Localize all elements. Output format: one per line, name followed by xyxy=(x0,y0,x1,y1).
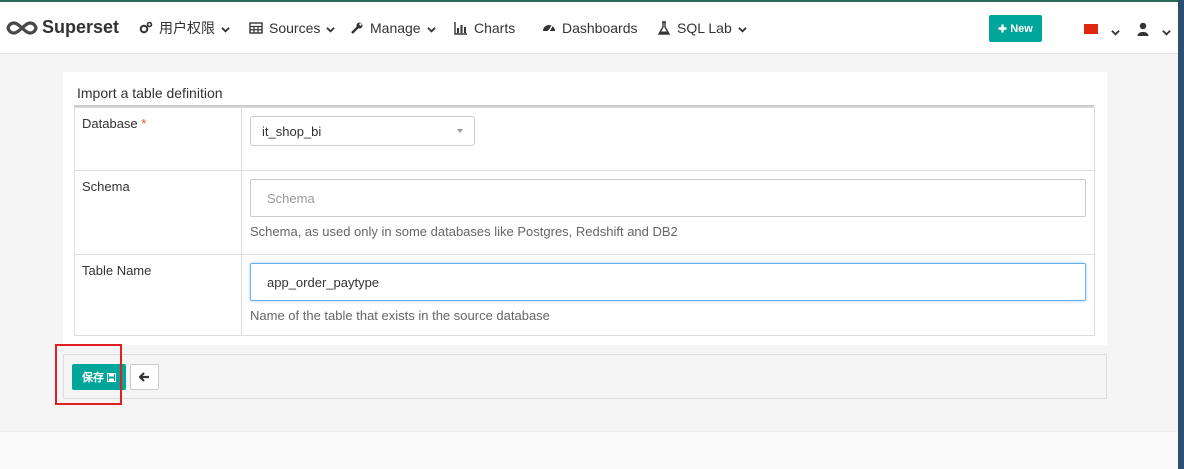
navbar: Superset 用户权限 Sources Manage Charts Dash… xyxy=(0,2,1178,54)
save-button-label: 保存 xyxy=(82,372,104,384)
china-flag-icon[interactable] xyxy=(1084,24,1098,34)
nav-charts[interactable]: Charts xyxy=(454,2,515,54)
chevron-down-icon xyxy=(326,26,336,33)
nav-label: Charts xyxy=(474,20,516,36)
form-row-table-name: Table Name Name of the table that exists… xyxy=(74,254,1095,336)
table-name-help-text: Name of the table that exists in the sou… xyxy=(250,308,550,323)
new-button[interactable]: New xyxy=(989,15,1042,42)
nav-sources[interactable]: Sources xyxy=(249,2,336,54)
page-title: Import a table definition xyxy=(77,85,223,101)
required-mark: * xyxy=(141,116,147,131)
nav-dashboards[interactable]: Dashboards xyxy=(542,2,638,54)
page-bottom-band xyxy=(0,431,1178,469)
back-button[interactable] xyxy=(130,364,159,390)
nav-label: Sources xyxy=(269,20,321,36)
database-field-cell: it_shop_bi xyxy=(241,107,1095,171)
select-arrow-icon xyxy=(457,129,463,133)
schema-field-cell: Schema, as used only in some databases l… xyxy=(241,170,1095,255)
table-name-label-cell: Table Name xyxy=(74,254,242,336)
database-select[interactable]: it_shop_bi xyxy=(250,116,475,146)
table-icon xyxy=(249,22,263,34)
infinity-logo-icon xyxy=(6,20,38,35)
chevron-down-icon[interactable] xyxy=(1111,28,1120,37)
import-table-panel: Import a table definition Database * it_… xyxy=(63,72,1107,345)
database-label-cell: Database * xyxy=(74,107,242,171)
chevron-down-icon xyxy=(738,26,747,33)
form-table: Database * it_shop_bi Schema Schema, as … xyxy=(74,107,1095,336)
form-actions-bar: 保存 xyxy=(63,354,1107,399)
brand-link[interactable]: Superset xyxy=(6,2,119,54)
schema-label-cell: Schema xyxy=(74,170,242,255)
floppy-disk-icon xyxy=(107,372,116,382)
schema-help-text: Schema, as used only in some databases l… xyxy=(250,224,678,239)
save-button[interactable]: 保存 xyxy=(72,364,126,390)
nav-label: 用户权限 xyxy=(159,20,215,36)
cogs-icon xyxy=(139,21,153,34)
chevron-down-icon xyxy=(221,26,230,33)
form-row-schema: Schema Schema, as used only in some data… xyxy=(74,170,1095,255)
arrow-left-icon xyxy=(139,372,149,382)
nav-user-permissions[interactable]: 用户权限 xyxy=(139,2,230,54)
nav-label: Dashboards xyxy=(562,20,638,36)
database-selected-value: it_shop_bi xyxy=(262,123,322,139)
form-row-database: Database * it_shop_bi xyxy=(74,107,1095,171)
bar-chart-icon xyxy=(454,22,467,35)
nav-sql-lab[interactable]: SQL Lab xyxy=(657,2,747,54)
wrench-icon xyxy=(351,22,363,34)
chevron-down-icon xyxy=(426,26,436,33)
nav-manage[interactable]: Manage xyxy=(350,2,436,54)
brand-name: Superset xyxy=(42,17,120,37)
schema-input[interactable] xyxy=(250,179,1086,217)
schema-label: Schema xyxy=(82,179,130,194)
nav-label: SQL Lab xyxy=(677,20,732,36)
nav-label: Manage xyxy=(370,20,421,36)
database-label: Database xyxy=(82,116,138,131)
new-button-label: New xyxy=(1010,22,1033,35)
user-icon[interactable] xyxy=(1137,22,1149,36)
plus-icon xyxy=(998,24,1007,33)
chevron-down-icon[interactable] xyxy=(1162,28,1171,37)
table-name-input[interactable] xyxy=(250,263,1086,301)
table-name-label: Table Name xyxy=(82,263,152,278)
dashboard-icon xyxy=(543,25,555,33)
table-name-field-cell: Name of the table that exists in the sou… xyxy=(241,254,1095,336)
flask-icon xyxy=(657,21,671,35)
window-right-edge xyxy=(1178,0,1184,469)
